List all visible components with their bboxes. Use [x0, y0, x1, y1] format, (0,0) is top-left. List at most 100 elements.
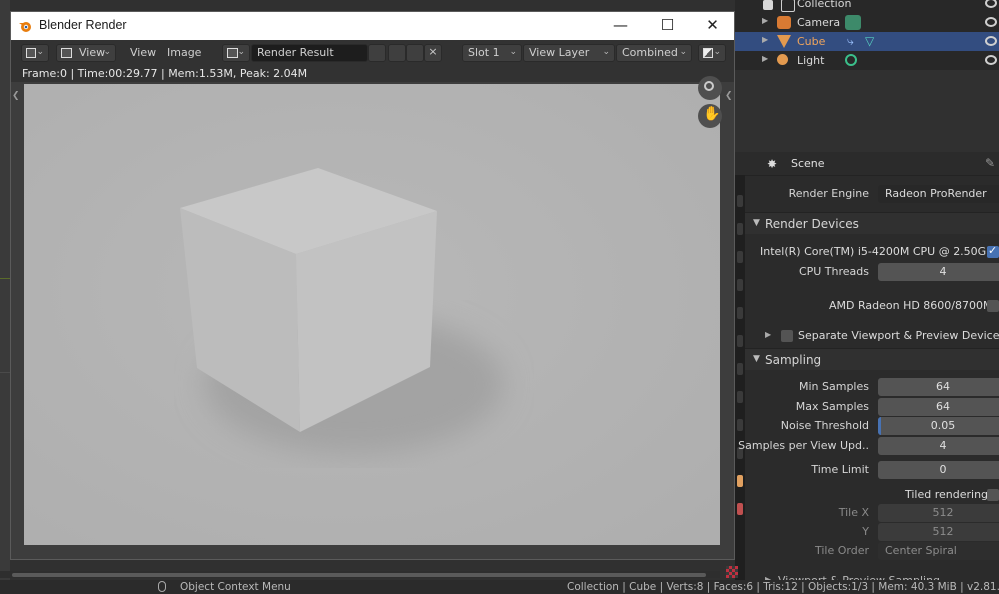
view-mode-dropdown[interactable]: View ⌄ [56, 44, 116, 62]
cpu-threads-label: CPU Threads [798, 265, 869, 278]
image-editor-icon [26, 48, 36, 58]
samples-per-view-field[interactable]: 4 [878, 437, 999, 455]
outliner-item-cube[interactable]: ▶ Cube ⤷ ▽ [735, 32, 999, 51]
expand-arrow-icon[interactable]: ▶ [762, 54, 768, 63]
view-mode-label: View [79, 46, 106, 59]
expand-arrow-icon[interactable]: ▶ [762, 16, 768, 25]
cpu-threads-field[interactable]: 4 [878, 263, 999, 281]
outliner-item-camera[interactable]: ▶ Camera [735, 13, 999, 32]
noise-threshold-label: Noise Threshold [780, 419, 869, 432]
time-limit-field[interactable]: 0 [878, 461, 999, 479]
eye-icon[interactable] [985, 0, 997, 8]
max-samples-field[interactable]: 64 [878, 398, 999, 416]
mouse-icon [158, 581, 166, 592]
close-button[interactable]: ✕ [690, 12, 735, 40]
chevron-down-icon: ⌄ [237, 47, 245, 57]
open-folder-icon[interactable] [406, 44, 424, 62]
view-icon [61, 48, 72, 58]
camera-data-icon[interactable] [845, 15, 861, 30]
gpu-device-label: AMD Radeon HD 8600/8700M [829, 299, 993, 312]
chevron-down-icon: ⌄ [36, 47, 44, 57]
collapse-arrow-icon: ▼ [753, 218, 760, 228]
separate-devices-checkbox[interactable] [781, 330, 793, 342]
gpu-device-checkbox[interactable] [987, 300, 999, 312]
chevron-down-icon: ⌄ [509, 47, 517, 57]
eye-icon[interactable] [985, 36, 997, 46]
pan-button[interactable]: ✋ [698, 104, 722, 128]
tab-particles[interactable] [737, 391, 743, 403]
fake-user-shield-icon[interactable] [368, 44, 386, 62]
outliner-item-label: Cube [797, 35, 826, 48]
sampling-panel-header[interactable]: ▼ Sampling [745, 348, 999, 370]
expand-arrow-icon[interactable]: ▶ [762, 35, 768, 44]
tab-material[interactable] [737, 503, 743, 515]
image-menu[interactable]: Image [161, 44, 207, 62]
view-menu[interactable]: View [124, 44, 162, 62]
eye-icon[interactable] [985, 55, 997, 65]
image-name-field[interactable]: Render Result [251, 44, 368, 62]
render-engine-label: Render Engine [788, 187, 869, 200]
zoom-button[interactable] [698, 76, 722, 100]
min-samples-field[interactable]: 64 [878, 378, 999, 396]
pin-icon[interactable]: ✎ [985, 156, 995, 170]
scrollbar-thumb[interactable] [12, 573, 706, 577]
horizontal-scrollbar[interactable] [0, 571, 720, 578]
outliner-item-light[interactable]: ▶ Light [735, 51, 999, 70]
modifier-icon[interactable]: ⤷ [847, 34, 863, 49]
minimize-button[interactable]: — [598, 12, 643, 40]
image-icon [227, 48, 238, 58]
editor-type-dropdown[interactable]: ⌄ [21, 44, 49, 62]
tab-world[interactable] [737, 307, 743, 319]
image-browse-button[interactable]: ⌄ [222, 44, 250, 62]
chevron-down-icon: ⌄ [679, 47, 687, 57]
collapse-arrow-icon: ▼ [753, 354, 760, 364]
panel-title: Render Devices [765, 217, 859, 231]
noise-threshold-slider[interactable]: 0.05 [878, 417, 999, 435]
separate-devices-row[interactable]: ▶ Separate Viewport & Preview Devices [745, 327, 999, 345]
tab-render[interactable] [737, 195, 743, 207]
left-panel-toggle-icon[interactable]: ❮ [12, 91, 20, 101]
min-samples-label: Min Samples [799, 380, 869, 393]
render-engine-dropdown[interactable]: Radeon ProRender [878, 185, 999, 203]
noise-threshold-row: Noise Threshold 0.05 [745, 417, 999, 435]
tab-data[interactable] [737, 475, 743, 487]
tab-physics[interactable] [737, 419, 743, 431]
tab-modifiers[interactable] [737, 363, 743, 375]
outliner-item-collection[interactable]: Collection [735, 0, 999, 13]
right-panel-toggle-icon[interactable]: ❮ [725, 91, 733, 101]
tile-y-row: Y 512 [745, 523, 999, 541]
blender-logo-icon [19, 22, 31, 32]
new-image-icon[interactable] [388, 44, 406, 62]
tab-view-layer[interactable] [737, 251, 743, 263]
tiled-rendering-checkbox[interactable] [987, 489, 999, 501]
chevron-down-icon: ⌄ [713, 47, 721, 57]
slot-dropdown[interactable]: Slot 1 ⌄ [462, 44, 522, 62]
gpu-device-row: AMD Radeon HD 8600/8700M [745, 297, 999, 315]
properties-tabs [735, 175, 745, 580]
tab-output[interactable] [737, 223, 743, 235]
render-result-image[interactable] [24, 84, 720, 545]
tile-y-field[interactable]: 512 [878, 523, 999, 541]
display-channels-dropdown[interactable]: ⌄ [698, 44, 726, 62]
mesh-data-icon[interactable]: ▽ [865, 34, 881, 49]
tile-x-field[interactable]: 512 [878, 504, 999, 522]
tiled-rendering-row: Tiled rendering [745, 486, 999, 504]
expand-arrow-icon[interactable]: ▶ [765, 330, 771, 339]
light-data-icon[interactable] [845, 54, 857, 66]
max-samples-label: Max Samples [795, 400, 869, 413]
eye-icon[interactable] [985, 17, 997, 27]
tab-scene[interactable] [737, 279, 743, 291]
tab-object[interactable] [737, 335, 743, 347]
render-pass-dropdown[interactable]: Combined ⌄ [616, 44, 692, 62]
cpu-device-checkbox[interactable] [987, 244, 999, 258]
checkbox-icon[interactable] [763, 0, 773, 10]
title-bar[interactable]: Blender Render — ☐ ✕ [11, 12, 734, 40]
cube-render [24, 84, 720, 545]
tile-order-dropdown[interactable]: Center Spiral [878, 542, 999, 560]
time-limit-label: Time Limit [811, 463, 869, 476]
render-devices-panel-header[interactable]: ▼ Render Devices [745, 212, 999, 234]
unlink-icon[interactable]: × [424, 44, 442, 62]
view-layer-dropdown[interactable]: View Layer ⌄ [523, 44, 615, 62]
maximize-button[interactable]: ☐ [645, 12, 690, 40]
light-icon [777, 54, 788, 65]
